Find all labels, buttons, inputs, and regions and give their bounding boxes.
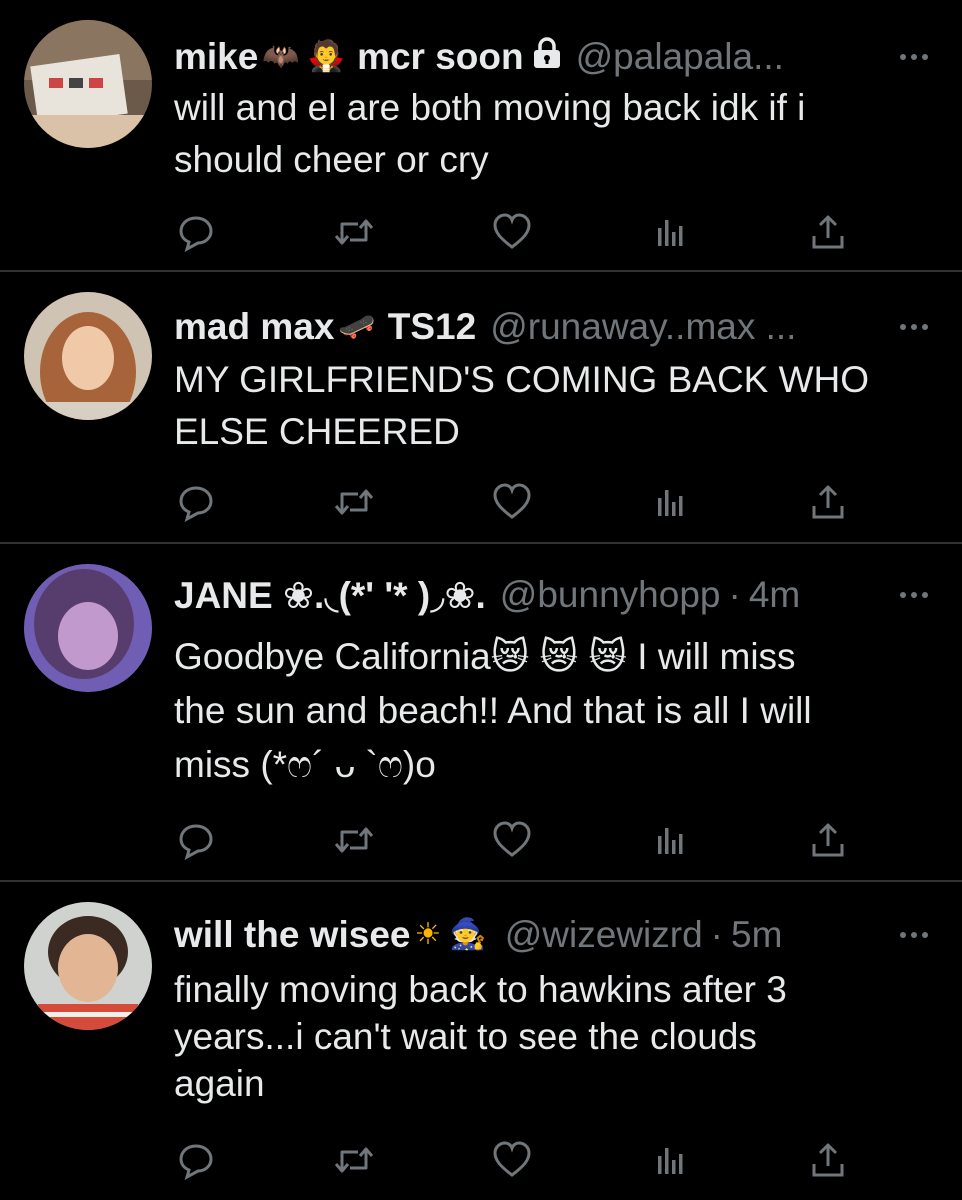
tweet-text: finally moving back to hawkins after 3 y… bbox=[174, 969, 787, 1104]
reply-icon[interactable] bbox=[174, 818, 218, 862]
retweet-icon[interactable] bbox=[332, 1138, 376, 1182]
action-bar bbox=[174, 818, 874, 862]
share-icon[interactable] bbox=[806, 210, 850, 254]
retweet-icon[interactable] bbox=[332, 818, 376, 862]
tweet-header: will the wisee ☀ 🧙 @wizewizrd · 5m bbox=[174, 910, 932, 960]
tweet-header: JANE ❀.◟(*' '* )◞❀. @bunnyhopp · 4m bbox=[174, 570, 932, 620]
action-bar bbox=[174, 480, 874, 524]
reply-icon[interactable] bbox=[174, 480, 218, 524]
timestamp[interactable]: 5m bbox=[731, 914, 782, 956]
vampire-emoji: 🧛 bbox=[307, 40, 346, 73]
display-name[interactable]: mike 🦇 🧛 mcr soon bbox=[174, 36, 562, 78]
retweet-icon[interactable] bbox=[332, 210, 376, 254]
timestamp[interactable]: 4m bbox=[749, 574, 800, 616]
more-icon[interactable] bbox=[896, 910, 932, 960]
separator-dot: · bbox=[728, 574, 741, 615]
share-icon[interactable] bbox=[806, 818, 850, 862]
lock-icon bbox=[532, 36, 562, 78]
tweet[interactable]: will the wisee ☀ 🧙 @wizewizrd · 5m final… bbox=[0, 882, 962, 1200]
handle[interactable]: @palapala... bbox=[576, 36, 784, 78]
share-icon[interactable] bbox=[806, 480, 850, 524]
timeline: mike 🦇 🧛 mcr soon @palapala... will and … bbox=[0, 0, 962, 1200]
display-name[interactable]: mad max 🛹 TS12 bbox=[174, 306, 476, 348]
action-bar bbox=[174, 210, 874, 254]
tweet[interactable]: mad max 🛹 TS12 @runaway..max ... MY GIRL… bbox=[0, 272, 962, 544]
more-icon[interactable] bbox=[896, 302, 932, 352]
avatar[interactable] bbox=[24, 564, 152, 692]
skateboard-emoji: 🛹 bbox=[338, 310, 376, 343]
tweet[interactable]: JANE ❀.◟(*' '* )◞❀. @bunnyhopp · 4m Good… bbox=[0, 544, 962, 882]
heart-icon[interactable] bbox=[490, 480, 534, 524]
bat-emoji: 🦇 bbox=[262, 40, 300, 73]
tweet-text: Goodbye California😿 😿 😿 I will miss the … bbox=[174, 636, 812, 785]
heart-icon[interactable] bbox=[490, 210, 534, 254]
handle[interactable]: @wizewizrd bbox=[505, 914, 703, 956]
reply-icon[interactable] bbox=[174, 1138, 218, 1182]
tweet-text: will and el are both moving back idk if … bbox=[174, 87, 806, 180]
heart-icon[interactable] bbox=[490, 818, 534, 862]
more-icon[interactable] bbox=[896, 32, 932, 82]
display-name[interactable]: JANE ❀.◟(*' '* )◞❀. bbox=[174, 574, 486, 617]
views-icon[interactable] bbox=[648, 1138, 692, 1182]
display-name[interactable]: will the wisee ☀ 🧙 bbox=[174, 914, 491, 956]
avatar[interactable] bbox=[24, 902, 152, 1030]
heart-icon[interactable] bbox=[490, 1138, 534, 1182]
more-icon[interactable] bbox=[896, 570, 932, 620]
sun-emoji: ☀ bbox=[414, 918, 442, 951]
action-bar bbox=[174, 1138, 874, 1182]
share-icon[interactable] bbox=[806, 1138, 850, 1182]
avatar[interactable] bbox=[24, 20, 152, 148]
tweet-text: MY GIRLFRIEND'S COMING BACK WHO ELSE CHE… bbox=[174, 359, 870, 452]
separator-dot: · bbox=[710, 914, 723, 955]
avatar[interactable] bbox=[24, 292, 152, 420]
handle[interactable]: @bunnyhopp bbox=[500, 574, 721, 616]
tweet-header: mad max 🛹 TS12 @runaway..max ... bbox=[174, 302, 932, 352]
tweet[interactable]: mike 🦇 🧛 mcr soon @palapala... will and … bbox=[0, 0, 962, 272]
tweet-header: mike 🦇 🧛 mcr soon @palapala... bbox=[174, 32, 932, 82]
handle[interactable]: @runaway..max ... bbox=[490, 306, 796, 348]
views-icon[interactable] bbox=[648, 210, 692, 254]
views-icon[interactable] bbox=[648, 480, 692, 524]
views-icon[interactable] bbox=[648, 818, 692, 862]
wizard-emoji: 🧙 bbox=[449, 918, 487, 951]
retweet-icon[interactable] bbox=[332, 480, 376, 524]
reply-icon[interactable] bbox=[174, 210, 218, 254]
